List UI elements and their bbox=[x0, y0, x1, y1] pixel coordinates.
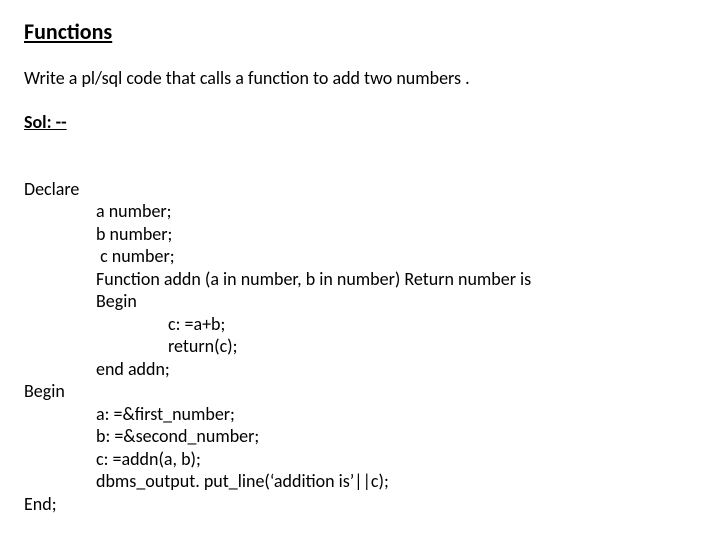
code-block: Declare a number; b number; c number; Fu… bbox=[24, 155, 696, 515]
code-line: c: =addn(a, b); bbox=[96, 448, 201, 470]
code-line: Begin bbox=[96, 290, 137, 312]
code-line: Declare bbox=[24, 178, 79, 201]
code-line: a: =&first_number; bbox=[96, 403, 235, 425]
code-line: return(c); bbox=[168, 335, 237, 357]
solution-label: Sol: -- bbox=[24, 111, 696, 133]
code-line: End; bbox=[24, 493, 57, 516]
code-line: Begin bbox=[24, 380, 65, 403]
document-page: Functions Write a pl/sql code that calls… bbox=[0, 0, 720, 515]
code-line: Function addn (a in number, b in number)… bbox=[96, 268, 531, 290]
code-line: b: =&second_number; bbox=[96, 425, 259, 447]
section-title: Functions bbox=[24, 18, 696, 45]
code-line: c number; bbox=[96, 245, 175, 267]
code-line: a number; bbox=[96, 200, 172, 222]
code-line: c: =a+b; bbox=[168, 313, 225, 335]
code-line: end addn; bbox=[96, 358, 170, 380]
question-text: Write a pl/sql code that calls a functio… bbox=[24, 67, 696, 89]
code-line: b number; bbox=[96, 223, 172, 245]
code-line: dbms_output. put_line(‘addition is’||c); bbox=[96, 470, 389, 492]
